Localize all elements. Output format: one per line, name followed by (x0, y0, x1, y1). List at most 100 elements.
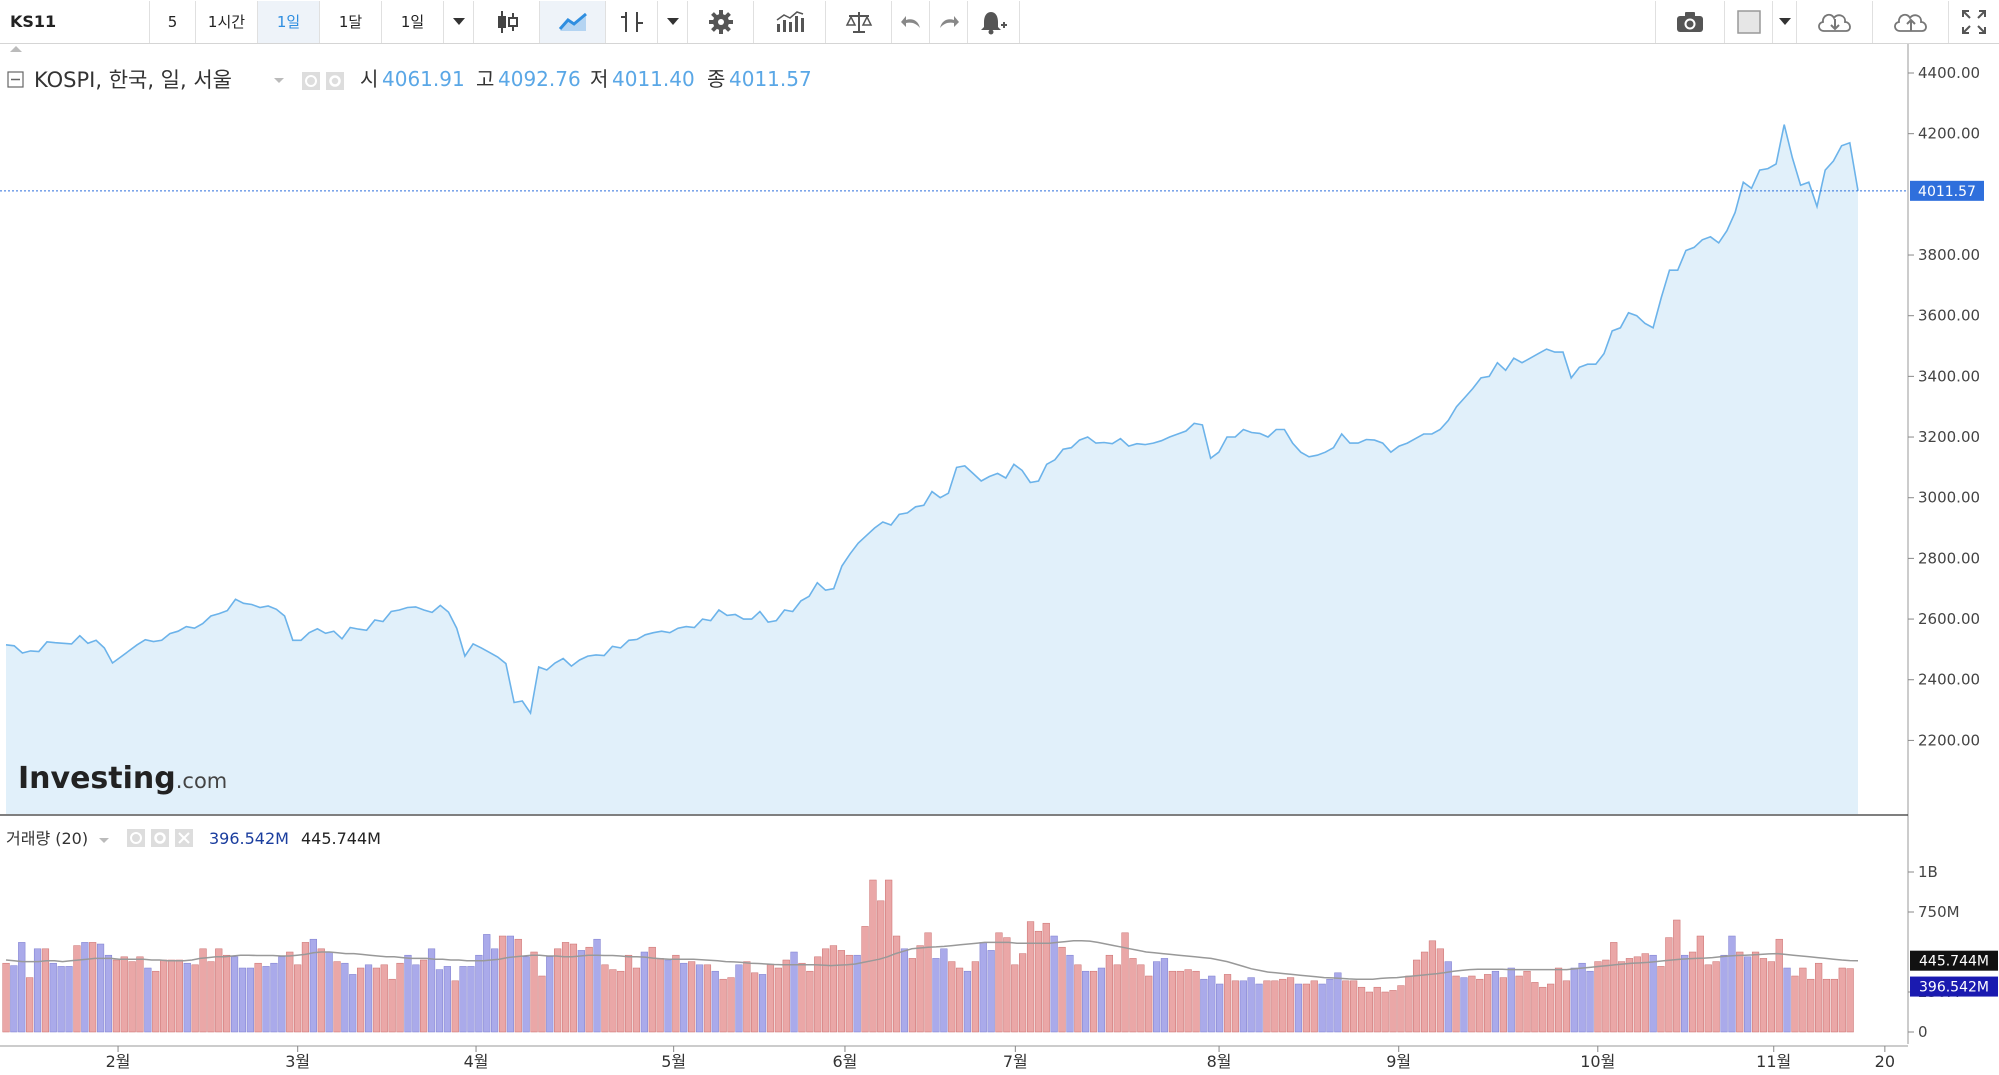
fullscreen-icon[interactable] (1949, 1, 1999, 43)
volume-visibility-icon[interactable] (127, 829, 145, 847)
volume-bar (207, 961, 215, 1033)
price-tick-label: 4400.00 (1918, 64, 1980, 82)
price-axis[interactable]: 4400.00 4200.00 3800.00 3600.00 3400.00 3200.… (1908, 64, 1980, 749)
volume-bar (65, 966, 73, 1033)
volume-bar (246, 967, 254, 1033)
open-label: 시 (360, 67, 378, 91)
price-tick-label: 3800.00 (1918, 246, 1980, 264)
volume-bar (372, 967, 381, 1033)
interval-5min-button[interactable]: 5 (150, 0, 196, 43)
time-tick-label: 9월 (1386, 1052, 1411, 1071)
volume-bar (435, 969, 444, 1033)
indicator-dropdown-icon[interactable] (658, 0, 688, 43)
volume-dropdown-icon[interactable] (99, 838, 109, 843)
undo-icon[interactable] (892, 0, 930, 43)
camera-icon[interactable] (1655, 0, 1725, 43)
price-tick-label: 2400.00 (1918, 671, 1980, 689)
volume-bar (1326, 978, 1334, 1033)
color-box-icon[interactable] (1725, 0, 1773, 43)
candlestick-icon[interactable] (474, 0, 540, 43)
volume-bar (144, 967, 152, 1033)
price-tick-label: 3200.00 (1918, 428, 1980, 446)
volume-bar (1649, 954, 1657, 1033)
interval-1day-button[interactable]: 1일 (258, 0, 320, 43)
visibility-icon[interactable] (302, 72, 320, 90)
color-dropdown-icon[interactable] (1773, 0, 1797, 43)
volume-bar (152, 970, 160, 1033)
volume-bar (1413, 959, 1421, 1033)
volume-bar (1334, 972, 1342, 1033)
volume-bar (1294, 983, 1303, 1033)
volume-bar (1184, 969, 1192, 1033)
time-tick-label: 11월 (1756, 1052, 1791, 1071)
volume-bar (680, 962, 688, 1033)
volume-bar (175, 959, 183, 1033)
legend-dropdown-icon[interactable] (274, 78, 284, 83)
volume-bar (963, 970, 972, 1033)
volume-bar (1397, 985, 1405, 1033)
volume-bar (790, 951, 798, 1033)
last-volume-text: 396.542M (1919, 980, 1989, 996)
legend-title[interactable]: KOSPI, 한국, 일, 서울 (34, 68, 232, 92)
volume-bar (987, 950, 995, 1033)
volume-bar (294, 964, 302, 1033)
volume-bar (1484, 974, 1492, 1033)
scale-icon[interactable] (826, 0, 892, 43)
last-volume-ma-text: 445.744M (1919, 954, 1989, 970)
gear-icon[interactable] (688, 0, 754, 43)
interval-dropdown-icon[interactable] (444, 0, 474, 43)
volume-legend-title[interactable]: 거래량 (20) (6, 829, 88, 848)
price-tick-label: 3600.00 (1918, 307, 1980, 325)
volume-bar (396, 962, 404, 1033)
time-tick-label: 2월 (106, 1052, 131, 1071)
volume-bar (1137, 964, 1145, 1033)
period-1day-button[interactable]: 1일 (382, 0, 444, 43)
volume-bar (1113, 964, 1121, 1033)
cloud-upload-icon[interactable] (1873, 0, 1949, 43)
volume-bar (420, 959, 428, 1033)
volume-bar (49, 962, 57, 1033)
volume-bar (475, 954, 483, 1033)
volume-bar (1468, 975, 1476, 1033)
volume-bar (530, 951, 538, 1033)
volume-bar (837, 950, 845, 1033)
volume-bar (648, 946, 656, 1033)
volume-bar (1554, 967, 1563, 1033)
volume-bar (1838, 967, 1846, 1033)
symbol-input[interactable]: KS11 (0, 0, 150, 43)
volume-bar (1491, 970, 1500, 1033)
volume-bar (522, 956, 530, 1033)
volume-bar (1539, 986, 1547, 1033)
interval-1month-button[interactable]: 1달 (320, 0, 382, 43)
indicator-icon[interactable] (606, 0, 658, 43)
volume-bar (1515, 975, 1523, 1033)
line-chart-icon[interactable] (540, 0, 606, 43)
volume-bar (1728, 935, 1736, 1033)
volume-bar (467, 966, 475, 1033)
redo-icon[interactable] (930, 0, 968, 43)
chart-area[interactable]: KOSPI, 한국, 일, 서울 시 4061.91 고 4092.76 저 4… (0, 44, 1999, 1075)
last-price-text: 4011.57 (1918, 184, 1976, 200)
collapse-arrow-icon[interactable] (10, 46, 22, 52)
price-legend: KOSPI, 한국, 일, 서울 시 4061.91 고 4092.76 저 4… (7, 67, 812, 92)
volume-bar (286, 951, 294, 1033)
settings-gear-icon[interactable] (326, 72, 344, 90)
volume-bar (57, 966, 65, 1033)
volume-bar (1783, 967, 1791, 1033)
volume-bar (766, 964, 775, 1033)
volume-bar (601, 964, 609, 1033)
volume-bar (1247, 977, 1255, 1033)
bar-chart-icon[interactable] (754, 0, 826, 43)
alert-bell-icon[interactable] (968, 0, 1020, 43)
volume-legend: 거래량 (20) 396.542M 445.744M (6, 829, 381, 848)
volume-bar (1176, 970, 1184, 1033)
volume-bar (81, 942, 89, 1033)
volume-bar (1019, 953, 1027, 1033)
interval-1hour-button[interactable]: 1시간 (196, 0, 258, 43)
volume-bar (301, 942, 310, 1033)
volume-settings-icon[interactable] (151, 829, 169, 847)
time-axis[interactable]: 2월 3월 4월 5월 6월 7월 8월 9월 10월 11월 20 (106, 1046, 1895, 1071)
cloud-download-icon[interactable] (1797, 0, 1873, 43)
open-value: 4061.91 (382, 67, 465, 91)
volume-bar (1223, 974, 1232, 1033)
